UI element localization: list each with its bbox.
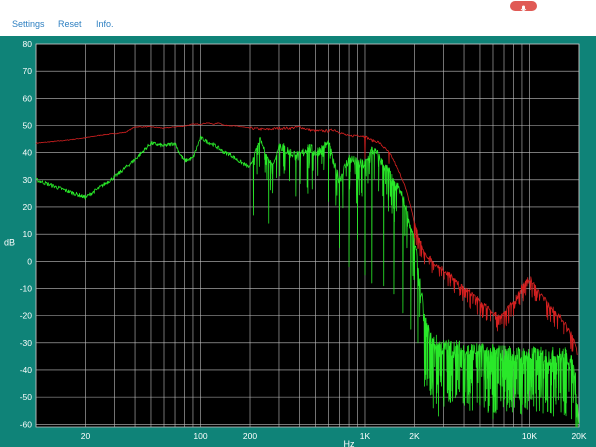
settings-button[interactable]: Settings bbox=[12, 19, 45, 30]
y-axis-label: dB bbox=[4, 237, 15, 247]
y-tick-label: -50 bbox=[20, 392, 33, 402]
y-tick-label: 60 bbox=[23, 93, 33, 103]
microphone-recording-indicator[interactable] bbox=[510, 1, 537, 13]
spectrum-panel: 80 70 60 50 40 30 20 10 0 -10 -20 -30 -40 -50 -60 20 10… bbox=[0, 36, 596, 447]
y-tick-label: -60 bbox=[20, 419, 33, 429]
y-tick-label: 0 bbox=[27, 256, 32, 266]
info-button[interactable]: Info. bbox=[96, 19, 114, 30]
x-tick-label: 100 bbox=[193, 431, 207, 441]
y-tick-label: -40 bbox=[20, 365, 33, 375]
y-tick-label: 30 bbox=[23, 175, 33, 185]
y-tick-label: -30 bbox=[20, 338, 33, 348]
spectrum-chart: 80706050403020100-10-20-30-40-50-60 20 10… bbox=[4, 39, 587, 447]
x-tick-label: 200 bbox=[243, 431, 257, 441]
x-tick-labels: 20 100 200 1K 2K 10K 20K bbox=[81, 431, 587, 441]
x-tick-label: 20K bbox=[571, 431, 586, 441]
y-tick-label: 20 bbox=[23, 202, 33, 212]
x-tick-label: 1K bbox=[360, 431, 371, 441]
y-tick-label: 50 bbox=[23, 120, 33, 130]
x-tick-label: 20 bbox=[81, 431, 91, 441]
y-tick-label: 40 bbox=[23, 148, 33, 158]
y-tick-label: 80 bbox=[23, 39, 33, 49]
y-tick-labels: 80 70 60 50 40 30 20 10 0 -10 -20 -30 -40 -50 -60 bbox=[20, 39, 33, 429]
y-tick-label: 70 bbox=[23, 66, 33, 76]
reset-button[interactable]: Reset bbox=[58, 19, 82, 30]
y-tick-label: 10 bbox=[23, 229, 33, 239]
x-axis-label: Hz bbox=[344, 439, 355, 447]
microphone-icon bbox=[520, 5, 527, 13]
y-tick-label: -10 bbox=[20, 283, 33, 293]
x-tick-label: 2K bbox=[409, 431, 420, 441]
x-tick-label: 10K bbox=[522, 431, 537, 441]
y-tick-label: -20 bbox=[20, 311, 33, 321]
toolbar: Settings Reset Info. bbox=[0, 0, 596, 36]
